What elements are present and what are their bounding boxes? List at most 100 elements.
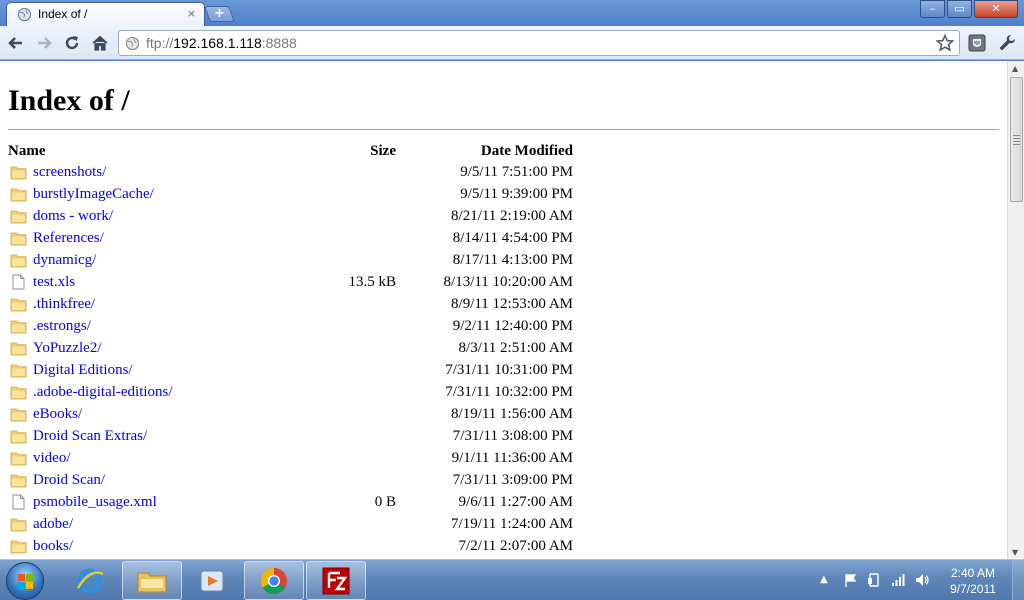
reload-icon [65,36,79,50]
show-hidden-icons-icon[interactable]: ▲ [820,574,836,590]
cell-name: References/ [8,227,258,249]
title-divider [8,129,999,130]
cell-name: books/ [8,535,258,557]
settings-wrench-button[interactable] [996,32,1018,54]
close-button[interactable]: ✕ [974,0,1018,18]
new-tab-button[interactable]: + [204,6,235,22]
table-row: test.xls 13.5 kB 8/13/11 10:20:00 AM [8,271,573,293]
globe-icon [125,36,140,51]
cell-date: 9/5/11 9:39:00 PM [460,185,573,202]
system-clock[interactable]: 2:40 AM 9/7/2011 [940,565,1006,597]
taskbar-media-player[interactable] [182,561,242,600]
taskbar-internet-explorer[interactable] [60,561,120,600]
entry-link[interactable]: Droid Scan/ [33,472,105,489]
maximize-button[interactable]: ▭ [947,0,972,18]
table-row: References/8/14/11 4:54:00 PM [8,227,573,249]
entry-link[interactable]: test.xls [33,274,75,291]
cell-size [258,183,396,205]
cell-name: Digital Editions/ [8,359,258,381]
folder-icon [10,450,27,466]
cell-size [258,447,396,469]
taskbar-filezilla[interactable] [306,561,366,600]
entry-link[interactable]: psmobile_usage.xml [33,494,157,511]
entry-link[interactable]: doms - work/ [33,208,113,225]
file-icon [10,274,27,290]
entry-link[interactable]: YoPuzzle2/ [33,340,101,357]
action-center-flag-icon[interactable] [843,572,859,588]
show-desktop-button[interactable] [1012,560,1024,600]
taskbar-windows-explorer[interactable] [122,561,182,600]
extension-icon [968,34,986,52]
cell-size [258,161,396,183]
entry-link[interactable]: Droid Scan Extras/ [33,428,147,445]
home-button[interactable] [89,32,111,54]
cell-date: 7/2/11 2:07:00 AM [458,537,573,554]
bookmark-star-icon[interactable] [935,33,955,53]
cell-date: 9/2/11 12:40:00 PM [452,317,573,334]
cell-name: Droid Scan/ [8,469,258,491]
entry-link[interactable]: adobe/ [33,516,73,533]
entry-link[interactable]: dynamicg/ [33,252,96,269]
cell-size: 0 B [374,493,396,510]
internet-explorer-icon [76,568,104,593]
tab-index[interactable]: Index of / × [6,2,205,26]
folder-icon [10,384,27,400]
windows-taskbar: ▲ 2:40 AM 9/7/2011 [0,559,1024,600]
minimize-button[interactable]: – [920,0,945,18]
windows-logo-icon [18,574,33,589]
table-row: .thinkfree/8/9/11 12:53:00 AM [8,293,573,315]
scrollbar-thumb[interactable] [1010,77,1023,202]
start-button[interactable] [6,562,44,600]
column-header-name[interactable]: Name [8,141,258,161]
cell-date: 7/31/11 10:31:00 PM [445,361,573,378]
table-row: Droid Scan Extras/7/31/11 3:08:00 PM [8,425,573,447]
cell-date: 8/13/11 10:20:00 AM [443,273,573,290]
reload-button[interactable] [61,32,83,54]
entry-link[interactable]: References/ [33,230,104,247]
folder-icon [137,572,167,592]
entry-link[interactable]: Digital Editions/ [33,362,133,379]
column-header-size[interactable]: Size [258,141,396,161]
taskbar-chrome[interactable] [244,561,304,600]
filezilla-icon [322,567,350,594]
url-scheme: ftp:// [146,35,174,51]
url-text: ftp://192.168.1.118:8888 [146,35,297,51]
table-row: .estrongs/9/2/11 12:40:00 PM [8,315,573,337]
entry-link[interactable]: screenshots/ [33,164,106,181]
cell-size: 13.5 kB [348,273,396,290]
entry-link[interactable]: eBooks/ [33,406,82,423]
cell-size [258,337,396,359]
folder-icon [10,538,27,554]
browser-titlebar: Index of / × + – ▭ ✕ [0,0,1024,26]
entry-link[interactable]: .adobe-digital-editions/ [33,384,173,401]
entry-link[interactable]: .estrongs/ [33,318,91,335]
page-content: Index of / Name Size Date Modified scree… [0,61,1007,559]
cell-name: screenshots/ [8,161,258,183]
cell-date: 8/19/11 1:56:00 AM [451,405,573,422]
back-button[interactable] [5,32,27,54]
entry-link[interactable]: burstlyImageCache/ [33,186,154,203]
address-bar[interactable]: ftp://192.168.1.118:8888 [118,30,960,56]
extension-button[interactable] [966,32,988,54]
scroll-up-arrow-icon[interactable]: ▲ [1012,64,1018,73]
scroll-down-arrow-icon[interactable]: ▼ [1012,548,1018,557]
vertical-scrollbar[interactable]: ▲ ▼ [1007,61,1024,559]
cell-date: 8/14/11 4:54:00 PM [452,229,573,246]
cell-date: 8/21/11 2:19:00 AM [451,207,573,224]
cell-name: test.xls [8,271,258,293]
forward-button[interactable] [33,32,55,54]
entry-link[interactable]: books/ [33,538,73,555]
volume-icon[interactable] [914,572,930,588]
entry-link[interactable]: .thinkfree/ [33,296,95,313]
tab-close-icon[interactable]: × [187,7,196,20]
entry-link[interactable]: video/ [33,450,71,467]
cell-name: .estrongs/ [8,315,258,337]
cell-size [258,315,396,337]
network-signal-icon[interactable] [890,572,906,588]
cell-date: 9/5/11 7:51:00 PM [460,163,573,180]
column-header-date[interactable]: Date Modified [396,141,573,161]
cell-name: video/ [8,447,258,469]
folder-icon [10,318,27,334]
device-icon[interactable] [866,572,882,588]
cell-size [258,227,396,249]
